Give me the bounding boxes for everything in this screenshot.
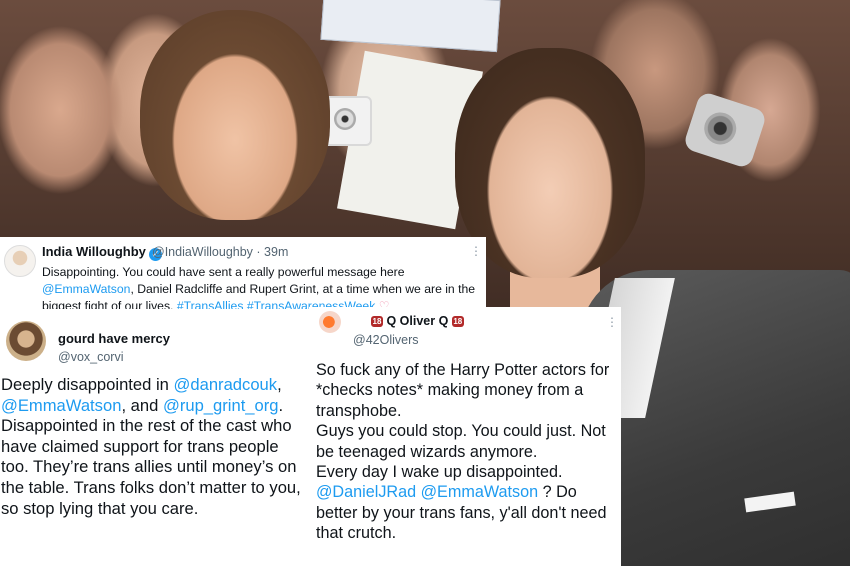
author-name[interactable]: Q Oliver Q xyxy=(386,314,448,328)
mention-link[interactable]: @EmmaWatson xyxy=(1,396,121,415)
mention-link[interactable]: @danradcouk xyxy=(174,375,278,394)
avatar[interactable] xyxy=(319,311,341,333)
tweet-paragraph: Every day I wake up disappointed. xyxy=(316,463,563,482)
mention-link[interactable]: @EmmaWatson xyxy=(421,483,538,501)
tweet-paragraph: So fuck any of the Harry Potter actors f… xyxy=(316,361,610,420)
age-badge-icon: 18 xyxy=(371,316,383,327)
mention-link[interactable]: @EmmaWatson xyxy=(42,282,130,296)
author-name[interactable]: India Willoughby xyxy=(42,244,146,259)
avatar[interactable] xyxy=(4,245,36,277)
author-handle[interactable]: @42Olivers xyxy=(353,333,419,347)
author-name[interactable]: gourd have mercy xyxy=(58,331,170,346)
tweet-gourd[interactable]: gourd have mercy @vox_corvi Deeply disap… xyxy=(0,309,309,566)
tweet-author[interactable]: 18 Q Oliver Q 18 xyxy=(371,314,464,328)
ellipsis-icon[interactable]: ⋮ xyxy=(606,315,619,329)
avatar[interactable] xyxy=(6,321,46,361)
tweet-text: So fuck any of the Harry Potter actors f… xyxy=(316,360,620,544)
tweet-paragraph: @DanielJRad @EmmaWatson ? Do better by y… xyxy=(316,483,607,543)
tweet-author[interactable]: India Willoughby ✓ xyxy=(42,244,162,261)
mention-link[interactable]: @DanielJRad xyxy=(316,483,416,501)
age-badge-icon: 18 xyxy=(451,316,464,327)
tweet-time[interactable]: · 39m xyxy=(256,245,288,259)
author-handle[interactable]: @vox_corvi xyxy=(58,350,124,364)
tweet-oliver[interactable]: 18 Q Oliver Q 18 @42Olivers ⋮ So fuck an… xyxy=(309,307,621,566)
papers xyxy=(320,0,501,53)
camera xyxy=(682,90,768,170)
tweet-handle-time: @IndiaWilloughby · 39m xyxy=(152,245,288,259)
ellipsis-icon[interactable]: ⋮ xyxy=(470,244,483,258)
tweet-paragraph: Guys you could stop. You could just. Not… xyxy=(316,422,606,461)
tweet-text: Deeply disappointed in @danradcouk, @Emm… xyxy=(1,375,301,518)
author-handle[interactable]: @IndiaWilloughby xyxy=(152,245,253,259)
person-left xyxy=(140,10,330,220)
mention-link[interactable]: @rup_grint_org xyxy=(163,396,279,415)
